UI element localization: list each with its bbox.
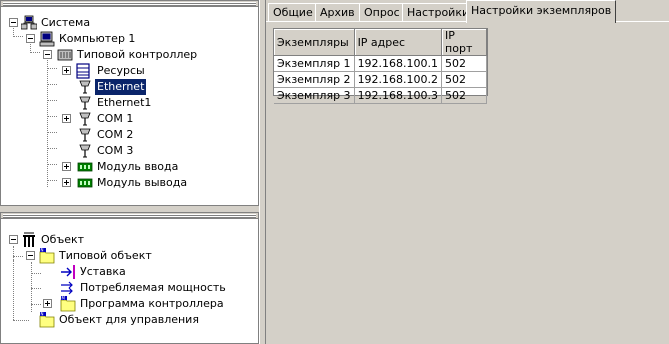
- network-icon: [21, 15, 37, 30]
- column-header-ip-address[interactable]: IP адрес: [354, 29, 443, 56]
- module-icon: [77, 162, 93, 172]
- system-tree: Система Компьютер 1 Типовой контроллер Р…: [1, 8, 258, 205]
- tab-bar: Общие Архив Опрос Настройки Настройки эк…: [266, 0, 669, 23]
- tree-node-label: Компьютер 1: [59, 32, 136, 45]
- collapse-icon[interactable]: [26, 251, 35, 260]
- tree-node-ethernet1[interactable]: Ethernet1: [1, 95, 221, 111]
- expand-icon[interactable]: [62, 66, 71, 75]
- ip-address-cell[interactable]: 192.168.100.3: [354, 87, 443, 104]
- power-icon: [61, 281, 73, 295]
- tree-node-label: Ethernet: [95, 79, 147, 95]
- object-tree: Объект N Типовой объект Уставка Потребля…: [1, 213, 258, 343]
- svg-text:N: N: [41, 312, 44, 317]
- folder-icon: N: [39, 312, 55, 328]
- ip-port-cell[interactable]: 502: [441, 55, 487, 72]
- collapse-icon[interactable]: [26, 34, 35, 43]
- tree-node-controller-program[interactable]: M Программа контроллера: [1, 296, 224, 312]
- tree-node-label: COM 3: [97, 144, 134, 157]
- tree-node-typical-object[interactable]: N Типовой объект: [1, 248, 201, 264]
- object-icon: [23, 232, 35, 247]
- tree-node-computer[interactable]: Компьютер 1: [1, 31, 201, 47]
- svg-text:N: N: [41, 248, 44, 253]
- object-tree-pane: Объект N Типовой объект Уставка Потребля…: [0, 212, 259, 344]
- table-row[interactable]: Экземпляр 2 192.168.100.2 502: [274, 71, 487, 88]
- table-row[interactable]: Экземпляр 3 192.168.100.3 502: [274, 87, 487, 104]
- pane-grip[interactable]: [1, 1, 258, 7]
- tree-node-input-module[interactable]: Модуль ввода: [1, 159, 221, 175]
- tab-settings[interactable]: Настройки: [402, 3, 475, 22]
- column-header-ip-port[interactable]: IP порт: [441, 29, 487, 56]
- tree-node-label: Система: [41, 16, 91, 29]
- ip-port-cell[interactable]: 502: [441, 87, 487, 104]
- computer-icon: [39, 31, 55, 47]
- tree-node-com2[interactable]: COM 2: [1, 127, 221, 143]
- ip-address-cell[interactable]: 192.168.100.2: [354, 71, 443, 88]
- tree-node-label: Ресурсы: [97, 64, 145, 77]
- instance-cell[interactable]: Экземпляр 3: [274, 87, 355, 104]
- tab-archive[interactable]: Архив: [315, 3, 360, 22]
- port-icon: [79, 128, 91, 142]
- tree-node-label: Ethernet1: [97, 96, 152, 109]
- instance-cell[interactable]: Экземпляр 1: [274, 55, 355, 72]
- port-icon: [79, 112, 91, 126]
- expand-icon[interactable]: [62, 178, 71, 187]
- tree-node-com3[interactable]: COM 3: [1, 143, 221, 159]
- collapse-icon[interactable]: [9, 235, 18, 244]
- system-tree-pane: Система Компьютер 1 Типовой контроллер Р…: [0, 0, 259, 206]
- tree-node-resources[interactable]: Ресурсы: [1, 63, 221, 79]
- ip-port-cell[interactable]: 502: [441, 71, 487, 88]
- instances-table: Экземпляры IP адрес IP порт Экземпляр 1 …: [274, 29, 487, 104]
- setpoint-icon: [61, 265, 75, 279]
- tree-node-setpoint[interactable]: Уставка: [1, 264, 201, 280]
- module-icon: [77, 178, 93, 188]
- collapse-icon[interactable]: [43, 50, 52, 59]
- tree-node-label: Объект для управления: [59, 313, 199, 326]
- tree-node-label: Программа контроллера: [80, 297, 224, 310]
- vertical-splitter[interactable]: [259, 0, 266, 344]
- tree-node-label: Модуль вывода: [97, 176, 188, 189]
- tree-node-label: COM 2: [97, 128, 134, 141]
- tree-node-label: COM 1: [97, 112, 134, 125]
- instances-grid[interactable]: Экземпляры IP адрес IP порт Экземпляр 1 …: [273, 28, 488, 104]
- tree-node-managed-object[interactable]: N Объект для управления: [1, 312, 221, 328]
- svg-text:M: M: [62, 296, 66, 301]
- tab-general[interactable]: Общие: [268, 3, 318, 22]
- table-row[interactable]: Экземпляр 1 192.168.100.1 502: [274, 55, 487, 72]
- tree-node-output-module[interactable]: Модуль вывода: [1, 175, 221, 191]
- tree-node-label: Типовой контроллер: [77, 48, 198, 61]
- tree-node-label: Уставка: [80, 265, 126, 278]
- ethernet-icon: [79, 96, 91, 110]
- tree-node-label: Объект: [41, 233, 85, 246]
- expand-icon[interactable]: [62, 162, 71, 171]
- ip-address-cell[interactable]: 192.168.100.1: [354, 55, 443, 72]
- column-header-instances[interactable]: Экземпляры: [274, 29, 355, 56]
- tree-node-ethernet[interactable]: Ethernet: [1, 79, 221, 95]
- controller-icon: [57, 49, 73, 61]
- resources-icon: [76, 63, 90, 79]
- tree-node-com1[interactable]: COM 1: [1, 111, 221, 127]
- instance-cell[interactable]: Экземпляр 2: [274, 71, 355, 88]
- collapse-icon[interactable]: [9, 18, 18, 27]
- folder-icon: N: [39, 248, 55, 264]
- tree-node-label: Модуль ввода: [97, 160, 179, 173]
- expand-icon[interactable]: [62, 114, 71, 123]
- expand-icon[interactable]: [43, 299, 52, 308]
- tab-polling[interactable]: Опрос: [359, 3, 405, 22]
- tree-node-system[interactable]: Система: [1, 15, 201, 31]
- port-icon: [79, 144, 91, 158]
- tree-node-label: Потребляемая мощность: [80, 281, 226, 294]
- tree-node-object[interactable]: Объект: [1, 232, 201, 248]
- tree-node-label: Типовой объект: [59, 249, 152, 262]
- tree-node-power[interactable]: Потребляемая мощность: [1, 280, 226, 296]
- program-folder-icon: M: [60, 296, 76, 312]
- tree-node-controller[interactable]: Типовой контроллер: [1, 47, 221, 63]
- tab-instance-settings[interactable]: Настройки экземпляров: [466, 0, 617, 23]
- ethernet-icon: [79, 80, 91, 94]
